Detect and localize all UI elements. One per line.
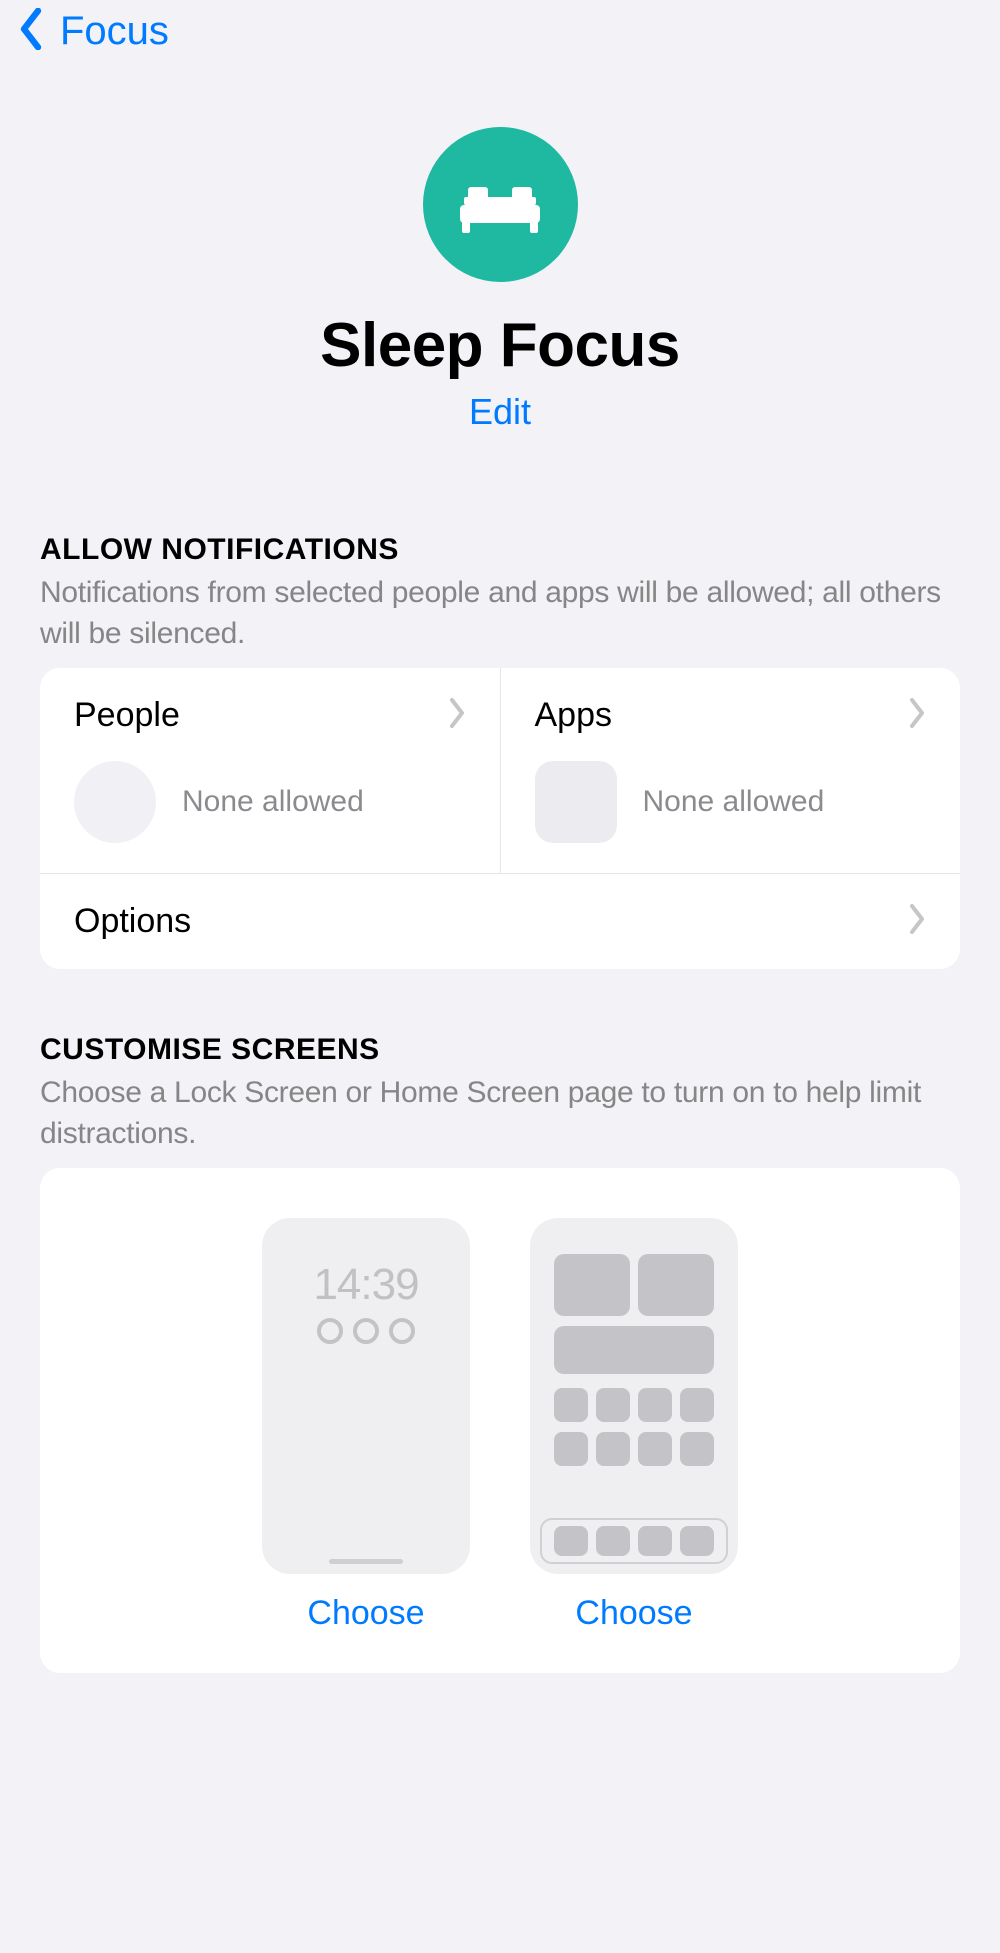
chevron-right-icon xyxy=(448,698,466,733)
apps-cell[interactable]: Apps None allowed xyxy=(500,668,961,873)
chevron-right-icon xyxy=(908,904,926,939)
people-title: People xyxy=(74,696,180,735)
options-label: Options xyxy=(74,902,191,941)
apps-title: Apps xyxy=(535,696,613,735)
lock-screen-dots-icon xyxy=(262,1318,470,1344)
lock-screen-option: 14:39 Choose xyxy=(262,1218,470,1633)
choose-home-screen-button[interactable]: Choose xyxy=(575,1594,692,1633)
people-cell[interactable]: People None allowed xyxy=(40,668,500,873)
choose-lock-screen-button[interactable]: Choose xyxy=(307,1594,424,1633)
screens-card: 14:39 Choose Choose xyxy=(40,1168,960,1673)
notifications-title: ALLOW NOTIFICATIONS xyxy=(40,533,960,567)
screens-header: CUSTOMISE SCREENS Choose a Lock Screen o… xyxy=(40,1033,960,1154)
lock-screen-time: 14:39 xyxy=(262,1260,470,1310)
notifications-subtitle: Notifications from selected people and a… xyxy=(40,573,960,654)
home-screen-option: Choose xyxy=(530,1218,738,1633)
chevron-right-icon xyxy=(908,698,926,733)
screens-section: CUSTOMISE SCREENS Choose a Lock Screen o… xyxy=(0,1033,1000,1673)
page-title: Sleep Focus xyxy=(320,310,680,381)
lock-screen-mockup[interactable]: 14:39 xyxy=(262,1218,470,1574)
edit-button[interactable]: Edit xyxy=(469,391,531,433)
bed-icon xyxy=(423,127,578,282)
people-placeholder-icon xyxy=(74,761,156,843)
apps-placeholder-icon xyxy=(535,761,617,843)
hero-section: Sleep Focus Edit xyxy=(0,67,1000,433)
back-button-label[interactable]: Focus xyxy=(60,9,169,54)
screens-subtitle: Choose a Lock Screen or Home Screen page… xyxy=(40,1073,960,1154)
apps-status: None allowed xyxy=(643,785,825,819)
people-status: None allowed xyxy=(182,785,364,819)
home-indicator-icon xyxy=(329,1559,403,1564)
dock-icon xyxy=(540,1518,728,1564)
options-row[interactable]: Options xyxy=(40,873,960,969)
screens-title: CUSTOMISE SCREENS xyxy=(40,1033,960,1067)
notifications-header: ALLOW NOTIFICATIONS Notifications from s… xyxy=(40,533,960,654)
back-chevron-icon[interactable] xyxy=(18,8,44,55)
notifications-card: People None allowed Apps xyxy=(40,668,960,969)
home-screen-mockup[interactable] xyxy=(530,1218,738,1574)
notifications-section: ALLOW NOTIFICATIONS Notifications from s… xyxy=(0,533,1000,969)
nav-bar: Focus xyxy=(0,0,1000,67)
